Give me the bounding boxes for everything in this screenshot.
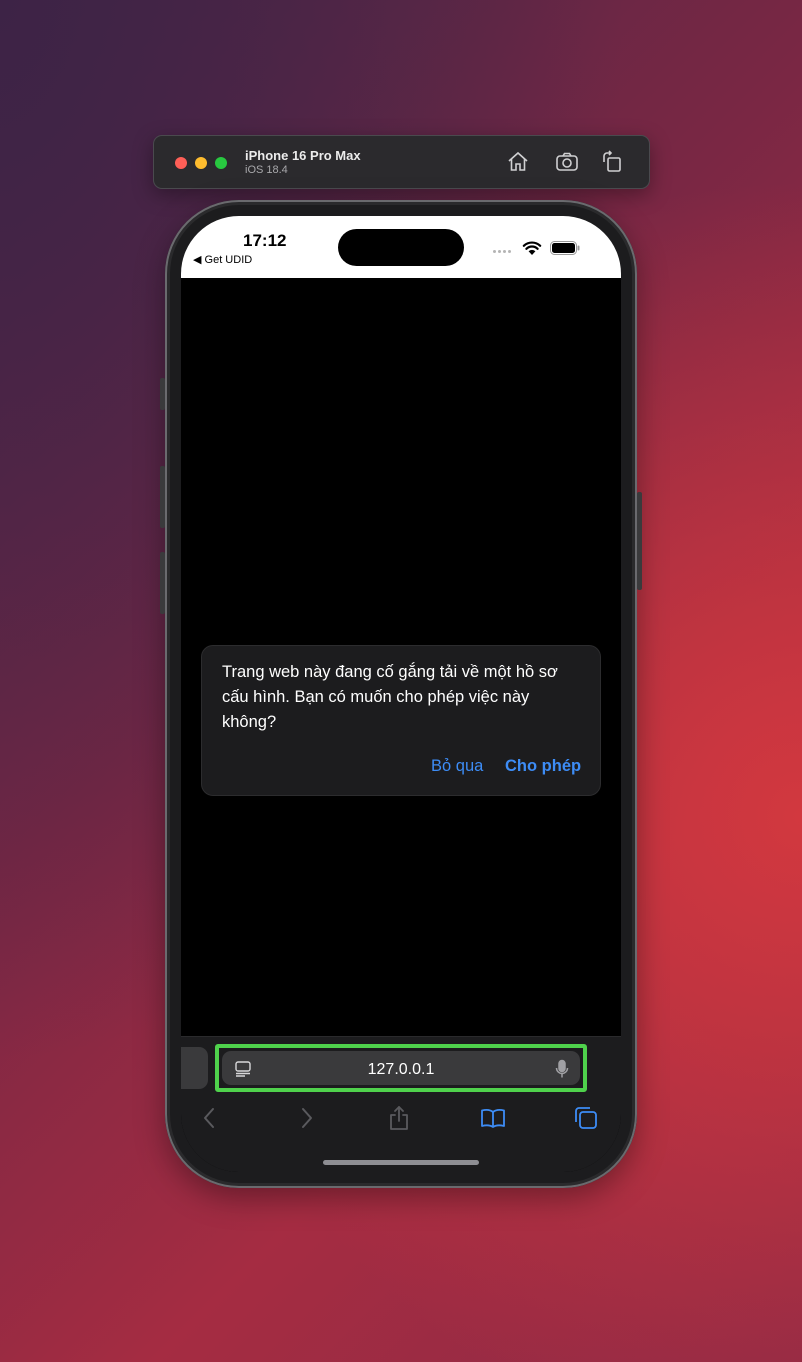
- safari-toolbar: 127.0.0.1: [181, 1036, 621, 1172]
- action-button: [160, 378, 165, 410]
- previous-tab-preview[interactable]: [181, 1047, 208, 1089]
- share-button[interactable]: [386, 1105, 412, 1131]
- wifi-icon: [522, 241, 542, 255]
- bookmarks-button[interactable]: [480, 1105, 506, 1131]
- tabs-icon: [575, 1107, 597, 1129]
- status-bar: 17:12 ◀ Get UDID: [181, 216, 621, 278]
- back-icon: [204, 1108, 214, 1128]
- screenshot-icon: [556, 152, 578, 171]
- tabs-button[interactable]: [573, 1105, 599, 1131]
- rotate-icon: [603, 150, 621, 172]
- screenshot-button[interactable]: [555, 150, 579, 174]
- forward-button[interactable]: [293, 1105, 319, 1131]
- os-version: iOS 18.4: [245, 164, 288, 176]
- power-button: [637, 492, 642, 590]
- back-to-app-link[interactable]: ◀ Get UDID: [193, 253, 252, 266]
- close-window-button[interactable]: [175, 157, 187, 169]
- forward-icon: [302, 1108, 312, 1128]
- share-icon: [390, 1106, 408, 1130]
- skip-button[interactable]: Bỏ qua: [431, 757, 483, 776]
- home-button[interactable]: [506, 150, 530, 174]
- phone-screen: 17:12 ◀ Get UDID Trang web này đang cố g…: [181, 216, 621, 1172]
- status-time: 17:12: [243, 231, 287, 250]
- cellular-signal-icon: [493, 250, 511, 253]
- address-bar-highlight: 127.0.0.1: [215, 1044, 587, 1092]
- volume-up-button: [160, 466, 165, 528]
- web-content: Trang web này đang cố gắng tải về một hồ…: [181, 278, 621, 1036]
- allow-button[interactable]: Cho phép: [505, 757, 581, 776]
- address-bar[interactable]: 127.0.0.1: [222, 1051, 580, 1085]
- battery-icon: [550, 241, 580, 255]
- zoom-window-button[interactable]: [215, 157, 227, 169]
- back-button[interactable]: [197, 1105, 223, 1131]
- dialog-message: Trang web này đang cố gắng tải về một hồ…: [222, 663, 558, 731]
- volume-down-button: [160, 552, 165, 614]
- minimize-window-button[interactable]: [195, 157, 207, 169]
- dynamic-island: [338, 229, 464, 266]
- device-name: iPhone 16 Pro Max: [245, 148, 361, 163]
- simulator-toolbar: iPhone 16 Pro Max iOS 18.4: [153, 135, 650, 189]
- microphone-icon[interactable]: [554, 1059, 570, 1079]
- bookmarks-icon: [481, 1108, 505, 1128]
- home-indicator[interactable]: [323, 1160, 479, 1165]
- url-text: 127.0.0.1: [367, 1061, 435, 1078]
- home-icon: [508, 151, 528, 171]
- rotate-button[interactable]: [600, 150, 624, 174]
- download-profile-dialog: Trang web này đang cố gắng tải về một hồ…: [201, 645, 601, 796]
